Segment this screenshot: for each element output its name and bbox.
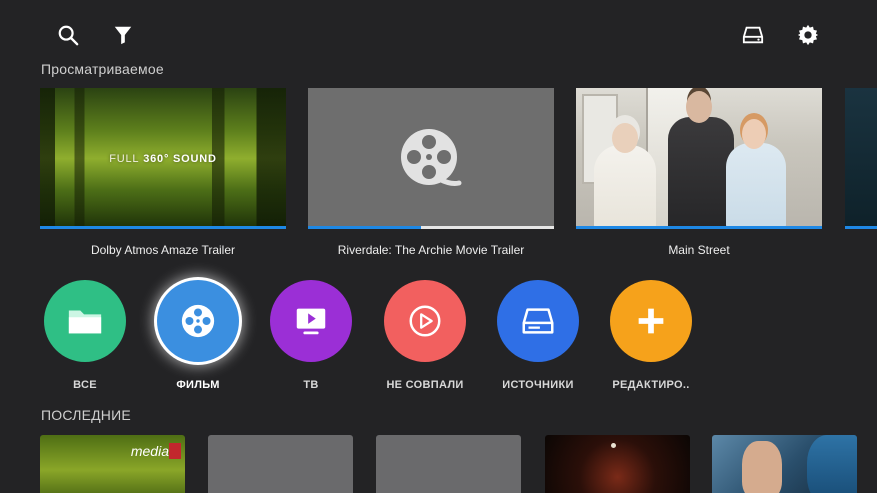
storage-icon: [522, 308, 554, 334]
category-label: ИСТОЧНИКИ: [502, 379, 574, 391]
watch-title: Riverdale: The Archie Movie Trailer: [337, 243, 525, 257]
recent-card[interactable]: [376, 435, 521, 493]
gear-icon[interactable]: [795, 22, 821, 48]
category-circle: [497, 280, 579, 362]
storage-icon[interactable]: [740, 22, 766, 48]
search-icon[interactable]: [55, 22, 81, 48]
watch-progress-bar: [845, 226, 877, 229]
recent-section-title: ПОСЛЕДНИЕ: [41, 407, 131, 423]
watching-row: FULL 360° SOUND Dolby Atmos Amaze Traile…: [0, 88, 877, 264]
watch-progress-bar: [308, 226, 554, 229]
category-circle: [44, 280, 126, 362]
category-label: ВСЕ: [73, 379, 97, 391]
recent-card[interactable]: [208, 435, 353, 493]
watch-title: Dolby Atmos Amaze Trailer: [90, 243, 236, 257]
category-circle: [610, 280, 692, 362]
watch-thumbnail: [576, 88, 822, 229]
plus-icon: [638, 308, 664, 334]
recent-card-logo-text: media: [130, 443, 169, 459]
category-row: ВСЕ ФИЛЬМ ТВ НЕ СОВПАЛИ ИСТОЧНИКИ РЕДАКТ…: [0, 280, 877, 395]
category-label: ТВ: [303, 379, 319, 391]
play-circle-icon: [409, 305, 441, 337]
recent-card[interactable]: [545, 435, 690, 493]
recent-card[interactable]: media: [40, 435, 185, 493]
recent-row: media: [0, 435, 877, 493]
watch-thumbnail: [308, 88, 554, 229]
watch-progress-bar: [576, 226, 822, 229]
watch-title: Main Street: [668, 243, 730, 257]
watch-card-partial[interactable]: [845, 88, 877, 229]
watching-section-title: Просматриваемое: [41, 61, 164, 77]
recent-card-badge: [169, 443, 181, 459]
watch-thumbnail: FULL 360° SOUND: [40, 88, 286, 229]
category-label: РЕДАКТИРО..: [612, 379, 690, 391]
watch-card-main-street[interactable]: Main Street: [576, 88, 822, 257]
watch-progress-bar: [40, 226, 286, 229]
watch-card-riverdale[interactable]: Riverdale: The Archie Movie Trailer: [308, 88, 554, 257]
category-circle: [270, 280, 352, 362]
folder-icon: [68, 310, 102, 334]
film-reel-icon: [181, 304, 215, 338]
category-label: ФИЛЬМ: [176, 379, 220, 391]
recent-card[interactable]: [712, 435, 857, 493]
film-reel-icon: [401, 128, 462, 186]
filter-icon[interactable]: [110, 22, 136, 48]
category-circle: [157, 280, 239, 362]
category-label: НЕ СОВПАЛИ: [386, 379, 464, 391]
tv-play-icon: [296, 308, 326, 335]
watch-thumbnail: [845, 88, 877, 229]
watch-card-dolby[interactable]: FULL 360° SOUND Dolby Atmos Amaze Traile…: [40, 88, 286, 257]
category-circle: [384, 280, 466, 362]
thumbnail-overlay-text: FULL 360° SOUND: [109, 152, 217, 165]
